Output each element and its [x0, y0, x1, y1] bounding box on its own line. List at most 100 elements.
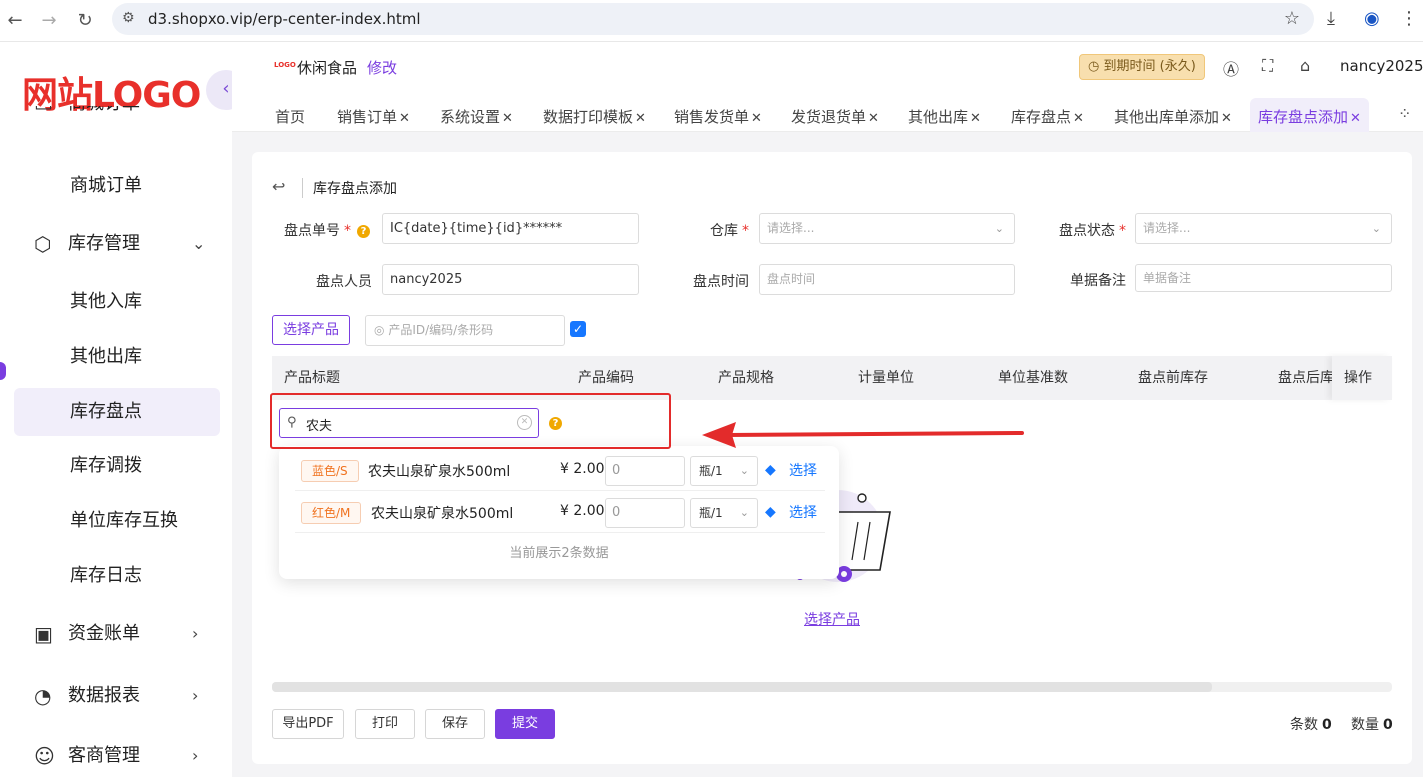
tab-system-settings[interactable]: 系统设置 ✕: [440, 98, 513, 132]
collapse-sidebar-button[interactable]: ‹: [206, 70, 232, 110]
url-text: d3.shopxo.vip/erp-center-index.html: [148, 10, 421, 28]
warehouse-select[interactable]: 请选择... ⌄: [759, 213, 1015, 244]
pie-chart-icon: ◔: [34, 684, 52, 708]
sidebar-item-stocktake[interactable]: 库存盘点: [14, 388, 220, 436]
result-count-text: 当前展示2条数据: [509, 546, 609, 561]
top-header: LOGO 休闲食品 修改 ◷ 到期时间 (永久) Ⓐ ⛶ ⌂ nancy2025: [232, 42, 1423, 90]
unit-select[interactable]: 瓶/1 ⌄: [690, 456, 758, 486]
close-icon[interactable]: ✕: [1221, 111, 1232, 126]
status-select[interactable]: 请选择... ⌄: [1135, 213, 1392, 244]
close-icon[interactable]: ✕: [502, 111, 513, 126]
sidebar-item-inventory-log[interactable]: 库存日志: [14, 552, 220, 600]
auto-add-checkbox[interactable]: ✓: [570, 321, 586, 337]
sidebar-item-unit-exchange[interactable]: 单位库存互换: [14, 497, 220, 545]
sidebar-item-transfer[interactable]: 库存调拨: [14, 442, 220, 490]
tab-sales-orders[interactable]: 销售订单 ✕: [337, 98, 410, 132]
tab-delivery-returns[interactable]: 发货退货单 ✕: [791, 98, 879, 132]
close-icon[interactable]: ✕: [399, 111, 410, 126]
tab-bar: 首页 销售订单 ✕ 系统设置 ✕ 数据打印模板 ✕ 销售发货单 ✕ 发货退货单 ✕ 其他出…: [232, 98, 1423, 132]
tab-home[interactable]: 首页: [275, 98, 305, 132]
grid-icon[interactable]: ⁘: [1398, 104, 1411, 123]
close-icon[interactable]: ✕: [751, 111, 762, 126]
close-icon[interactable]: ✕: [970, 111, 981, 126]
tab-other-outbound[interactable]: 其他出库 ✕: [908, 98, 981, 132]
camera-icon[interactable]: ◎: [374, 323, 384, 337]
expire-badge: ◷ 到期时间 (永久): [1079, 54, 1205, 80]
order-no-field[interactable]: IC{date}{time}{id}******: [382, 213, 639, 244]
select-product-button[interactable]: 选择产品: [272, 315, 350, 345]
highlight-box: [270, 393, 671, 449]
tab-stocktake[interactable]: 库存盘点 ✕: [1011, 98, 1084, 132]
tab-print-templates[interactable]: 数据打印模板 ✕: [543, 98, 646, 132]
select-button[interactable]: 选择: [789, 502, 817, 522]
remark-field[interactable]: 单据备注: [1135, 264, 1392, 292]
product-price: ¥ 2.00: [560, 461, 605, 477]
sidebar-item-mall-orders[interactable]: 商城订单: [14, 162, 220, 210]
chevron-down-icon: ⌄: [1371, 222, 1381, 235]
quantity-input[interactable]: 0: [605, 456, 685, 486]
tab-other-outbound-add[interactable]: 其他出库单添加 ✕: [1114, 98, 1232, 132]
download-icon[interactable]: ⤓: [1327, 8, 1335, 29]
translate-icon[interactable]: Ⓐ: [1223, 56, 1239, 80]
print-button[interactable]: 打印: [355, 709, 415, 739]
close-icon[interactable]: ✕: [1350, 111, 1361, 126]
close-icon[interactable]: ✕: [635, 111, 646, 126]
forward-arrow-icon[interactable]: →: [36, 8, 62, 34]
site-settings-icon[interactable]: ⚙: [122, 10, 135, 26]
profile-icon[interactable]: ◉: [1364, 8, 1380, 29]
column-header: 产品规格: [718, 370, 774, 386]
help-icon[interactable]: ?: [357, 225, 370, 238]
sidebar-item-other-inbound[interactable]: 其他入库: [14, 278, 220, 326]
sidebar: 网站LOGO ‹ ▭ 商城订单 商城订单 ⬡ 库存管理 ⌄ 其他入库 其他出库 …: [0, 42, 232, 777]
product-search-input[interactable]: ◎ 产品ID/编码/条形码: [365, 315, 565, 346]
close-icon[interactable]: ✕: [1073, 111, 1084, 126]
chevron-down-icon: ⌄: [994, 222, 1004, 235]
list-item[interactable]: 红色/M 农夫山泉矿泉水500ml ¥ 2.00 0 瓶/1 ⌄ ◆ 选择: [295, 493, 825, 533]
staff-field[interactable]: nancy2025: [382, 264, 639, 295]
back-arrow-icon[interactable]: ←: [2, 8, 28, 34]
chevron-right-icon: ›: [192, 686, 199, 705]
select-button[interactable]: 选择: [789, 460, 817, 480]
column-header: 计量单位: [858, 370, 914, 386]
sidebar-item-other-outbound[interactable]: 其他出库: [14, 333, 220, 381]
sidebar-item-finance[interactable]: ▣ 资金账单 ›: [0, 610, 232, 658]
home-icon[interactable]: ⌂: [1300, 56, 1310, 75]
submit-button[interactable]: 提交: [495, 709, 555, 739]
time-field[interactable]: 盘点时间: [759, 264, 1015, 295]
unit-select[interactable]: 瓶/1 ⌄: [690, 498, 758, 528]
sidebar-item-reports[interactable]: ◔ 数据报表 ›: [0, 672, 232, 720]
export-pdf-button[interactable]: 导出PDF: [272, 709, 344, 739]
sidebar-item-inventory[interactable]: ⬡ 库存管理 ⌄: [0, 220, 232, 268]
browser-toolbar: ← → ↻ ⚙ d3.shopxo.vip/erp-center-index.h…: [0, 0, 1423, 42]
order-icon: ▭: [34, 106, 53, 128]
horizontal-scrollbar[interactable]: [272, 682, 1392, 692]
reload-icon[interactable]: ↻: [72, 8, 98, 34]
sidebar-item-mall-orders-group[interactable]: ▭ 商城订单: [0, 106, 232, 136]
shop-logo: LOGO: [274, 61, 296, 69]
sidebar-item-partners[interactable]: ☺ 客商管理 ›: [0, 732, 232, 777]
column-header: 盘点前库存: [1138, 370, 1208, 386]
column-header: 盘点后库: [1278, 370, 1332, 386]
order-no-label: 盘点单号 *?: [284, 220, 370, 240]
list-item[interactable]: 蓝色/S 农夫山泉矿泉水500ml ¥ 2.00 0 瓶/1 ⌄ ◆ 选择: [295, 451, 825, 491]
browser-menu-icon[interactable]: ⋮: [1400, 8, 1418, 29]
edit-shop-link[interactable]: 修改: [367, 57, 397, 78]
page-title: 库存盘点添加: [302, 178, 397, 198]
save-button[interactable]: 保存: [425, 709, 485, 739]
choose-product-link[interactable]: 选择产品: [804, 609, 860, 629]
product-name: 农夫山泉矿泉水500ml: [368, 464, 511, 480]
quantity-input[interactable]: 0: [605, 498, 685, 528]
username[interactable]: nancy2025: [1340, 57, 1423, 75]
fullscreen-icon[interactable]: ⛶: [1262, 56, 1273, 76]
column-header: 单位基准数: [998, 370, 1068, 386]
tab-sales-delivery[interactable]: 销售发货单 ✕: [674, 98, 762, 132]
chevron-right-icon: ›: [192, 624, 199, 643]
users-icon: ☺: [34, 744, 55, 768]
status-label: 盘点状态 *: [1059, 223, 1126, 239]
back-icon[interactable]: ↩: [272, 177, 285, 196]
bookmark-star-icon[interactable]: ☆: [1284, 8, 1300, 29]
scroll-thumb[interactable]: [272, 682, 1212, 692]
close-icon[interactable]: ✕: [868, 111, 879, 126]
address-bar[interactable]: ⚙ d3.shopxo.vip/erp-center-index.html ☆: [112, 3, 1314, 35]
tab-stocktake-add[interactable]: 库存盘点添加 ✕: [1250, 98, 1369, 132]
